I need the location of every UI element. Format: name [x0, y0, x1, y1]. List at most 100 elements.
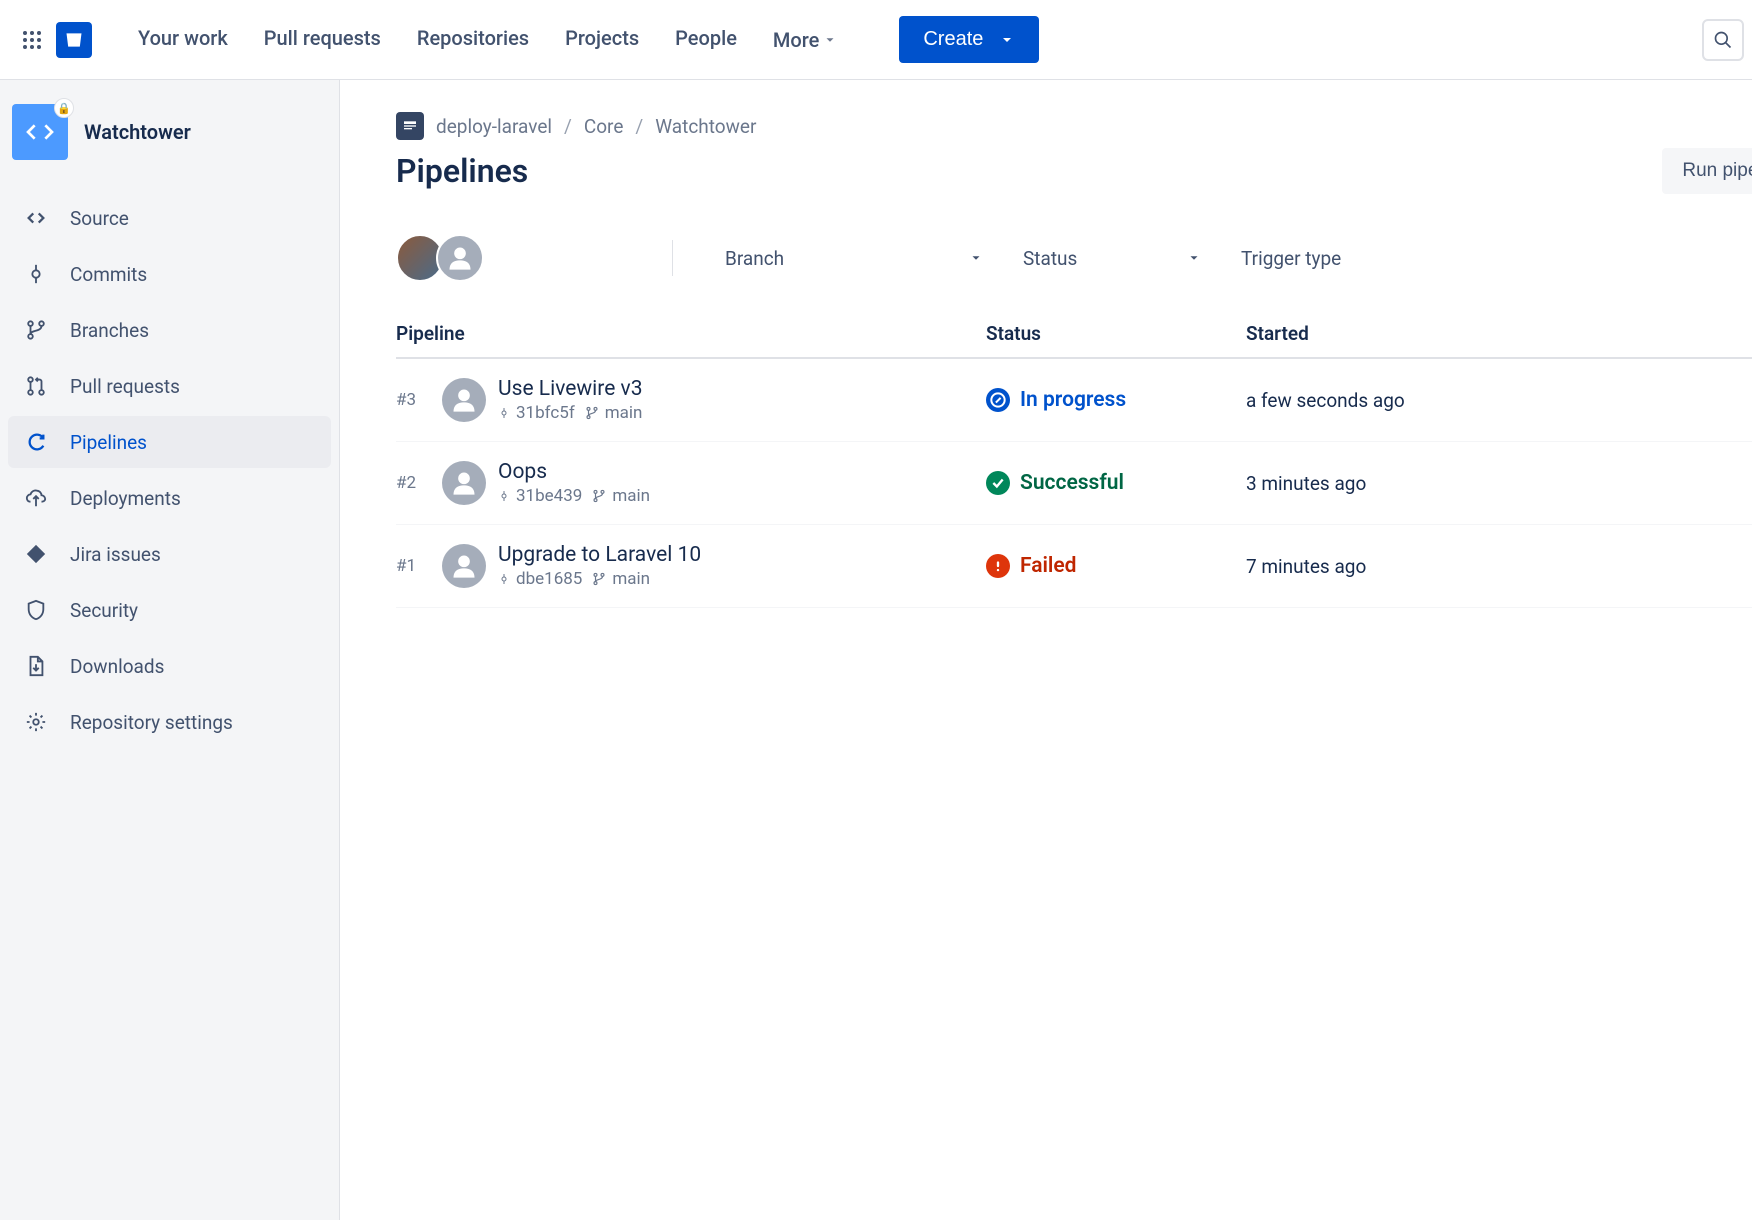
branch-name[interactable]: main — [592, 569, 650, 589]
nav-repositories[interactable]: Repositories — [403, 16, 543, 63]
bitbucket-logo[interactable] — [56, 22, 92, 58]
run-number: #1 — [396, 556, 430, 576]
breadcrumb: deploy-laravel / Core / Watchtower — [396, 112, 1752, 140]
pipelines-table: Pipeline Status Started #3 Use Livewire v… — [396, 322, 1752, 608]
run-number: #3 — [396, 390, 430, 410]
sidebar-item-label: Jira issues — [70, 543, 161, 566]
sidebar-item-repository-settings[interactable]: Repository settings — [8, 696, 331, 748]
pipeline-title: Oops — [498, 460, 650, 484]
sidebar-item-deployments[interactable]: Deployments — [8, 472, 331, 524]
sidebar-item-label: Commits — [70, 263, 147, 286]
repo-name: Watchtower — [84, 120, 191, 144]
status-filter[interactable]: Status — [1007, 239, 1217, 278]
sidebar-item-label: Source — [70, 207, 129, 230]
app-switcher-icon[interactable] — [16, 24, 48, 56]
started-time: 3 minutes ago — [1246, 472, 1366, 495]
status-label: Failed — [1020, 554, 1077, 578]
sidebar-item-commits[interactable]: Commits — [8, 248, 331, 300]
status-label: Successful — [1020, 471, 1124, 495]
column-pipeline: Pipeline — [396, 322, 986, 345]
sidebar-item-security[interactable]: Security — [8, 584, 331, 636]
topbar: Your work Pull requests Repositories Pro… — [0, 0, 1752, 80]
avatar — [442, 461, 486, 505]
branch-name[interactable]: main — [585, 403, 643, 423]
chevron-down-icon — [823, 33, 837, 47]
started-time: 7 minutes ago — [1246, 555, 1366, 578]
avatar — [442, 378, 486, 422]
chevron-down-icon — [969, 251, 983, 265]
status-icon — [986, 554, 1010, 578]
status-icon — [986, 471, 1010, 495]
sidebar-item-label: Branches — [70, 319, 149, 342]
commit-icon — [24, 262, 48, 286]
status-badge: In progress — [986, 388, 1246, 412]
sidebar-item-label: Pull requests — [70, 375, 180, 398]
sidebar: 🔒 Watchtower Source Commits Branches Pull r… — [0, 80, 340, 1220]
deploy-icon — [24, 486, 48, 510]
avatar[interactable] — [436, 234, 484, 282]
run-number: #2 — [396, 473, 430, 493]
column-status: Status — [986, 322, 1246, 345]
code-icon — [24, 206, 48, 230]
nav-more[interactable]: More — [759, 16, 851, 63]
sidebar-item-branches[interactable]: Branches — [8, 304, 331, 356]
filters-bar: Branch Status Trigger type — [396, 234, 1752, 282]
lock-icon: 🔒 — [54, 98, 74, 118]
nav-pull-requests[interactable]: Pull requests — [250, 16, 395, 63]
commit-hash[interactable]: dbe1685 — [498, 569, 582, 589]
table-header: Pipeline Status Started — [396, 322, 1752, 359]
status-label: In progress — [1020, 388, 1126, 412]
commit-hash[interactable]: 31bfc5f — [498, 403, 575, 423]
branch-icon — [24, 318, 48, 342]
gear-icon — [24, 710, 48, 734]
breadcrumb-group[interactable]: Core — [584, 115, 624, 138]
status-icon — [986, 388, 1010, 412]
sidebar-item-label: Pipelines — [70, 431, 147, 454]
branch-filter[interactable]: Branch — [709, 239, 999, 278]
table-row[interactable]: #1Upgrade to Laravel 10dbe1685mainFailed… — [396, 525, 1752, 608]
nav-your-work[interactable]: Your work — [124, 16, 242, 63]
branch-name[interactable]: main — [592, 486, 650, 506]
project-icon — [396, 112, 424, 140]
status-filter-label: Status — [1023, 247, 1077, 270]
create-button-label: Create — [923, 28, 983, 51]
repo-avatar: 🔒 — [12, 104, 68, 160]
pr-icon — [24, 374, 48, 398]
search-button[interactable] — [1702, 19, 1744, 61]
sidebar-item-jira-issues[interactable]: Jira issues — [8, 528, 331, 580]
breadcrumb-project[interactable]: deploy-laravel — [436, 115, 552, 138]
trigger-type-filter-label: Trigger type — [1241, 247, 1341, 270]
chevron-down-icon — [1187, 251, 1201, 265]
trigger-type-filter[interactable]: Trigger type — [1225, 239, 1357, 278]
sidebar-item-label: Downloads — [70, 655, 164, 678]
pipeline-icon — [24, 430, 48, 454]
sidebar-item-downloads[interactable]: Downloads — [8, 640, 331, 692]
status-badge: Failed — [986, 554, 1246, 578]
sidebar-item-pull-requests[interactable]: Pull requests — [8, 360, 331, 412]
jira-icon — [24, 542, 48, 566]
table-row[interactable]: #3 Use Livewire v331bfc5f main In progress a… — [396, 359, 1752, 442]
shield-icon — [24, 598, 48, 622]
chevron-down-icon — [999, 32, 1015, 48]
branch-filter-label: Branch — [725, 247, 784, 270]
page-title: Pipelines — [396, 152, 528, 190]
repo-header[interactable]: 🔒 Watchtower — [8, 104, 331, 192]
table-row[interactable]: #2 Oops31be439 main Successful 3 minutes ago — [396, 442, 1752, 525]
status-badge: Successful — [986, 471, 1246, 495]
breadcrumb-repo[interactable]: Watchtower — [655, 115, 756, 138]
create-button[interactable]: Create — [899, 16, 1039, 63]
sidebar-item-pipelines[interactable]: Pipelines — [8, 416, 331, 468]
avatar-filter[interactable] — [396, 234, 484, 282]
pipeline-title: Use Livewire v3 — [498, 377, 643, 401]
sidebar-item-label: Repository settings — [70, 711, 233, 734]
avatar — [442, 544, 486, 588]
nav-people[interactable]: People — [661, 16, 751, 63]
started-time: a few seconds ago — [1246, 389, 1405, 412]
download-icon — [24, 654, 48, 678]
run-pipeline-button[interactable]: Run pipeline — [1662, 148, 1752, 194]
nav-projects[interactable]: Projects — [551, 16, 653, 63]
sidebar-item-source[interactable]: Source — [8, 192, 331, 244]
sidebar-item-label: Deployments — [70, 487, 181, 510]
commit-hash[interactable]: 31be439 — [498, 486, 582, 506]
column-started: Started — [1246, 322, 1752, 345]
